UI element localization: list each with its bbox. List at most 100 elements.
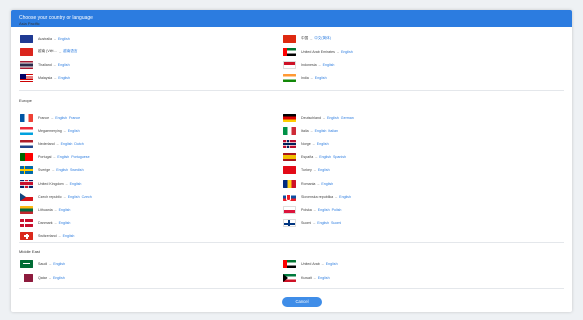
flag-icon <box>283 179 296 188</box>
language-link[interactable]: English <box>58 76 70 80</box>
language-link[interactable]: Italian <box>328 129 338 133</box>
country-item: India – English <box>283 74 327 83</box>
country-language-dialog: Choose your country or language Asia Pac… <box>11 10 572 312</box>
flag-icon <box>20 47 33 56</box>
flag-icon <box>283 126 296 135</box>
country-item: Switzerland – English <box>20 232 74 241</box>
separator: – <box>310 36 313 41</box>
language-link[interactable]: France <box>69 116 80 120</box>
language-link[interactable]: English <box>317 142 329 146</box>
region-title: Europe <box>19 98 32 103</box>
language-link[interactable]: English <box>323 63 335 67</box>
language-link[interactable]: 中文(简体) <box>314 36 331 41</box>
language-link[interactable]: English <box>339 195 351 199</box>
country-name: Portugal <box>38 155 52 160</box>
language-link[interactable]: English <box>53 276 65 280</box>
flag-icon <box>20 166 33 175</box>
country-item: France – English France <box>20 113 80 122</box>
language-link[interactable]: English <box>341 50 353 54</box>
region-title: Asia Pacific <box>19 21 40 26</box>
section-divider <box>19 90 564 91</box>
flag-icon <box>283 192 296 201</box>
language-link[interactable]: English <box>315 76 327 80</box>
country-item: Sverige – English Swedish <box>20 166 84 175</box>
flag-icon <box>283 166 296 175</box>
country-name: Indonesia <box>301 63 317 68</box>
separator: – <box>53 63 56 68</box>
language-link[interactable]: English <box>318 208 330 212</box>
country-item: Romania – English <box>283 179 333 188</box>
language-link[interactable]: Suomi <box>331 221 341 225</box>
language-link[interactable]: English <box>318 168 330 172</box>
flag-icon <box>20 74 33 83</box>
language-link[interactable]: English <box>318 276 330 280</box>
language-link[interactable]: English <box>319 155 331 159</box>
language-link[interactable]: English <box>326 262 338 266</box>
language-link[interactable]: English <box>56 168 68 172</box>
country-name: India <box>301 76 309 81</box>
language-link[interactable]: English <box>58 37 70 41</box>
language-link[interactable]: English <box>59 208 71 212</box>
language-link[interactable]: English <box>57 155 69 159</box>
separator: – <box>58 234 61 239</box>
flag-icon <box>20 205 33 214</box>
country-item: Czech republic – English Czech <box>20 192 92 201</box>
language-link[interactable]: Portuguese <box>71 155 89 159</box>
separator: – <box>53 36 56 41</box>
language-link[interactable]: English <box>58 63 70 67</box>
section-divider <box>19 242 564 243</box>
language-link[interactable]: Spanish <box>333 155 346 159</box>
language-link[interactable]: English <box>53 262 65 266</box>
separator: – <box>310 76 313 81</box>
country-item: Megaemerying – English <box>20 126 80 135</box>
flag-icon <box>20 192 33 201</box>
language-link[interactable]: English <box>55 116 67 120</box>
country-name: España <box>301 155 314 160</box>
language-link[interactable]: English <box>68 195 80 199</box>
language-link[interactable]: Dutch <box>74 142 83 146</box>
region-title: Middle East <box>19 249 40 254</box>
country-name: Sverige <box>38 168 51 173</box>
country-name: Deutschland <box>301 115 321 120</box>
language-link[interactable]: English <box>315 129 327 133</box>
language-link[interactable]: Czech <box>82 195 92 199</box>
language-link[interactable]: German <box>341 116 354 120</box>
separator: – <box>313 168 316 173</box>
language-link[interactable]: English <box>70 182 82 186</box>
flag-icon <box>20 61 33 70</box>
separator: – <box>65 181 68 186</box>
separator: – <box>315 155 318 160</box>
flag-icon <box>283 153 296 162</box>
separator: – <box>318 63 321 68</box>
language-link[interactable]: 越南语言 <box>63 49 77 54</box>
country-item: United Arab Emirates – English <box>283 47 353 56</box>
country-item: Suomi – English Suomi <box>283 219 341 228</box>
country-name: United Kingdom <box>38 181 64 186</box>
language-link[interactable]: English <box>59 221 71 225</box>
language-link[interactable]: English <box>68 129 80 133</box>
language-link[interactable]: English <box>317 221 329 225</box>
country-name: Suomi <box>301 221 312 226</box>
language-link[interactable]: English <box>327 116 339 120</box>
country-name: Australia <box>38 36 52 41</box>
separator: – <box>49 275 51 280</box>
country-item: Australia – English <box>20 34 70 43</box>
language-link[interactable]: Swedish <box>70 168 84 172</box>
separator: – <box>54 221 57 226</box>
language-link[interactable]: Polish <box>332 208 342 212</box>
country-item: 越南 (Việt… – 越南语言 <box>20 47 77 56</box>
country-item: Norge – English <box>283 139 329 148</box>
country-name: France <box>38 115 50 120</box>
cancel-button[interactable]: Cancel <box>282 297 322 307</box>
language-link[interactable]: English <box>61 142 73 146</box>
flag-icon <box>283 34 296 43</box>
flag-icon <box>20 179 33 188</box>
country-item: España – English Spanish <box>283 153 346 162</box>
flag-icon <box>20 273 33 282</box>
country-name: Slovenska republika <box>301 194 334 199</box>
language-link[interactable]: English <box>321 182 333 186</box>
country-item: Malaysia – English <box>20 74 70 83</box>
separator: – <box>313 275 316 280</box>
flag-icon <box>283 139 296 148</box>
language-link[interactable]: English <box>63 234 75 238</box>
